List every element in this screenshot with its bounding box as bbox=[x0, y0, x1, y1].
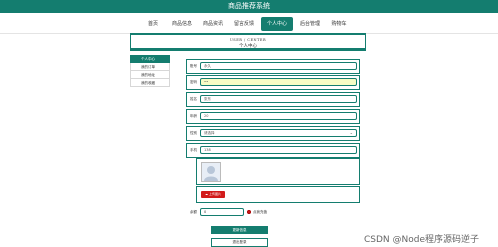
banner-title: 个人中心 bbox=[239, 44, 257, 49]
upload-icon: ☁ bbox=[205, 192, 208, 196]
balance-field[interactable]: 0 bbox=[200, 208, 244, 216]
sidebar-item-orders[interactable]: 我的订单 bbox=[130, 63, 170, 71]
nav-item-user-center[interactable]: 个人中心 bbox=[261, 17, 293, 31]
user-avatar-icon bbox=[204, 166, 218, 181]
gender-label: 性别 bbox=[190, 131, 197, 135]
balance-label: 余额 bbox=[190, 210, 197, 214]
nav-item-cart[interactable]: 购物车 bbox=[328, 17, 350, 31]
nav-item-feedback[interactable]: 留言反馈 bbox=[230, 17, 258, 31]
chevron-down-icon: ⌄ bbox=[349, 130, 353, 135]
password-label: 密码 bbox=[190, 80, 197, 84]
watermark: CSDN @Node程序源码逆子 bbox=[364, 235, 480, 245]
avatar bbox=[201, 162, 221, 182]
sidebar-item-favorites[interactable]: 我的收藏 bbox=[130, 79, 170, 87]
name-field[interactable]: 张东 bbox=[200, 95, 357, 103]
logout-button[interactable]: 退出登录 bbox=[211, 238, 268, 247]
banner-english-title: USER / CENTER bbox=[229, 38, 267, 42]
sidebar-item-addresses[interactable]: 我的地址 bbox=[130, 71, 170, 79]
age-field[interactable]: 20 bbox=[200, 112, 357, 120]
phone-label: 手机 bbox=[190, 148, 197, 152]
recharge-radio[interactable] bbox=[247, 210, 251, 214]
nav-item-home[interactable]: 首页 bbox=[143, 17, 163, 31]
sidebar: 个人中心 我的订单 我的地址 我的收藏 bbox=[130, 55, 170, 87]
account-field[interactable]: 永久 bbox=[200, 62, 357, 70]
password-field[interactable]: •• bbox=[200, 78, 357, 86]
section-banner: USER / CENTER 个人中心 bbox=[130, 33, 366, 51]
gender-select[interactable]: 请选择 ⌄ bbox=[200, 129, 357, 137]
recharge-link[interactable]: 点我充值 bbox=[253, 210, 267, 215]
main-nav: 首页 商品信息 商品资讯 留言反馈 个人中心 后台管理 购物车 bbox=[0, 13, 498, 34]
nav-item-products[interactable]: 商品信息 bbox=[168, 17, 196, 31]
sidebar-item-user-center[interactable]: 个人中心 bbox=[130, 55, 170, 63]
account-label: 账号 bbox=[190, 64, 197, 68]
upload-image-button[interactable]: ☁ 上传图片 bbox=[201, 191, 225, 198]
nav-item-news[interactable]: 商品资讯 bbox=[199, 17, 227, 31]
phone-field[interactable]: 138 bbox=[200, 146, 357, 154]
name-label: 姓名 bbox=[190, 97, 197, 101]
app-title: 商品推荐系统 bbox=[228, 2, 270, 10]
nav-item-admin[interactable]: 后台管理 bbox=[296, 17, 324, 31]
app-title-bar: 商品推荐系统 bbox=[0, 0, 498, 13]
upload-image-label: 上传图片 bbox=[208, 192, 221, 196]
update-info-button[interactable]: 更新信息 bbox=[211, 226, 268, 234]
age-label: 年龄 bbox=[190, 114, 197, 118]
gender-select-value: 请选择 bbox=[204, 131, 215, 135]
